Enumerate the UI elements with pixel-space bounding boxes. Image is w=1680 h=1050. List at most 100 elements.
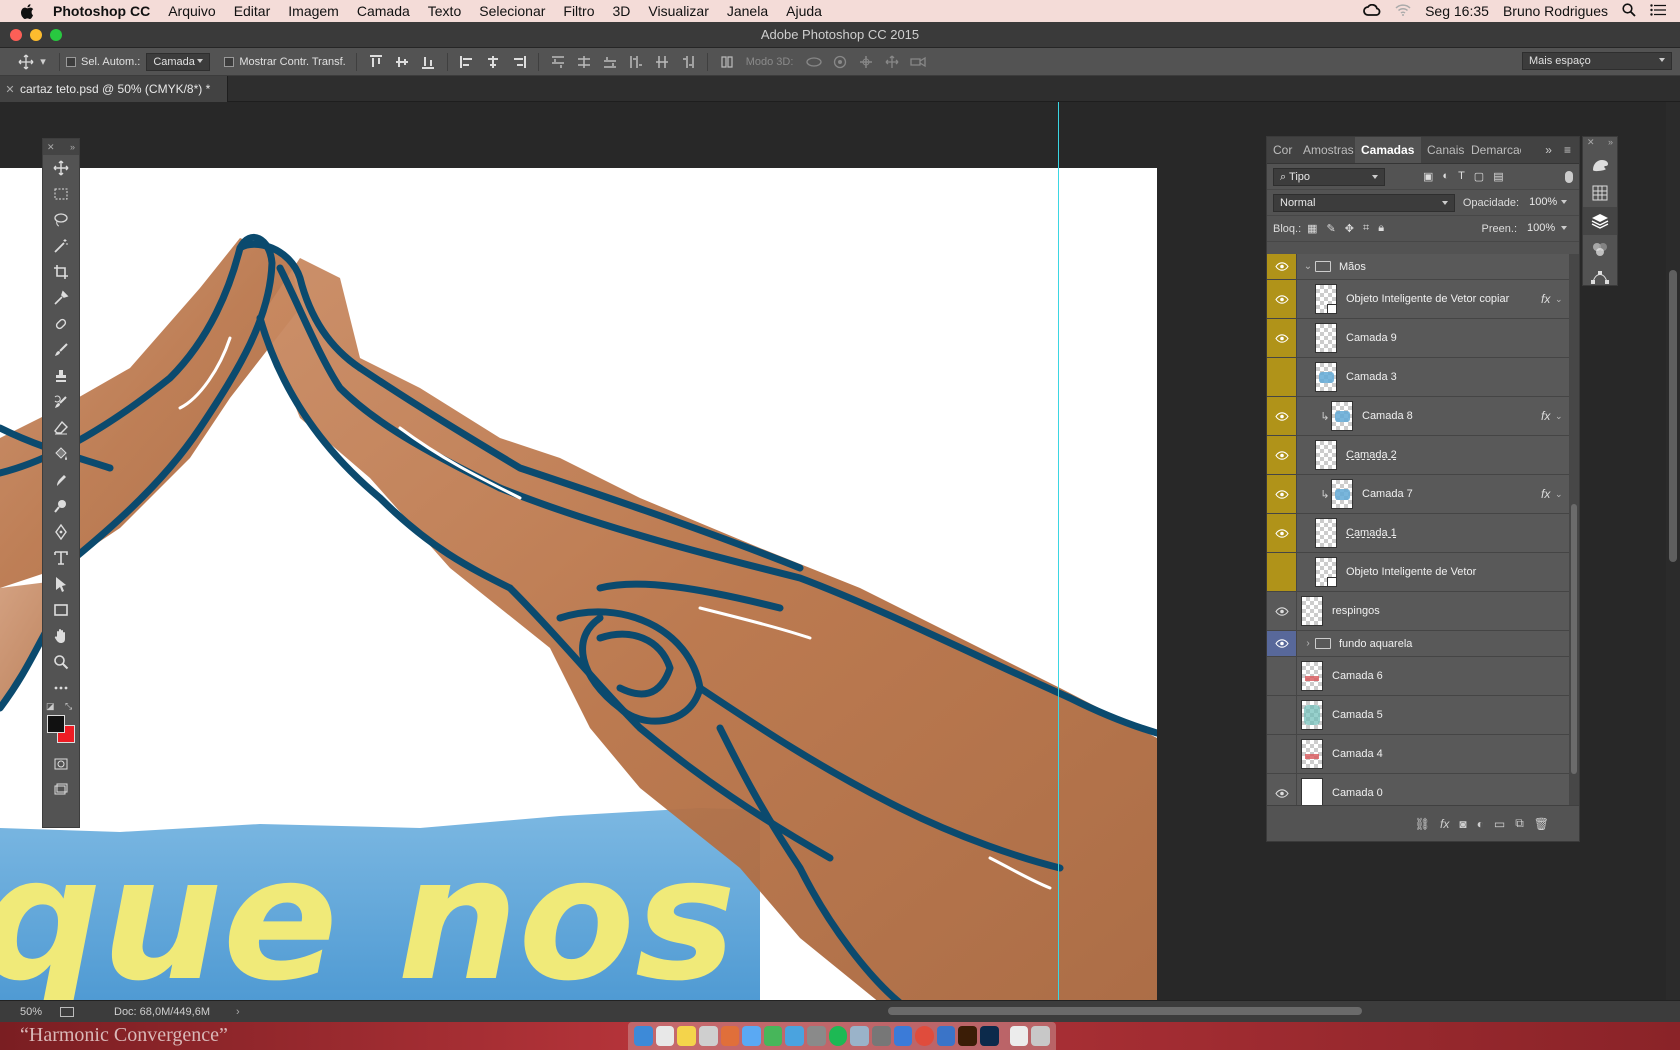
more-tools-icon[interactable] [43, 675, 79, 701]
align-right-icon[interactable] [511, 55, 527, 69]
swatches-panel-icon[interactable] [1583, 179, 1617, 207]
visibility-toggle-empty[interactable] [1267, 553, 1297, 591]
tab-cor[interactable]: Cor [1267, 137, 1297, 163]
layer-effects-icon[interactable]: fx [1541, 409, 1555, 423]
document-tab[interactable]: ✕ cartaz teto.psd @ 50% (CMYK/8*) * [0, 76, 228, 102]
default-colors-icon[interactable]: ◪ [46, 701, 55, 712]
lock-all-icon[interactable]: 🔒︎ [1378, 222, 1384, 235]
canvas-vertical-scroll-thumb[interactable] [1669, 270, 1677, 562]
trash-dock-icon[interactable] [1031, 1026, 1050, 1046]
archive-dock-icon[interactable] [807, 1026, 826, 1046]
menubar-clock[interactable]: Seg 16:35 [1425, 3, 1489, 19]
new-layer-icon[interactable]: ⧉ [1515, 816, 1524, 831]
guide-line[interactable] [1058, 102, 1059, 1000]
visibility-toggle-empty[interactable] [1267, 696, 1297, 734]
layer-name[interactable]: Camada 8 [1362, 410, 1541, 422]
align-top-icon[interactable] [368, 54, 384, 69]
layer-thumbnail[interactable] [1315, 323, 1337, 353]
menu-arquivo[interactable]: Arquivo [159, 0, 224, 22]
layer-thumbnail[interactable] [1315, 518, 1337, 548]
link-layers-icon[interactable]: ⛓ [1415, 817, 1430, 831]
pen-icon[interactable] [43, 519, 79, 545]
effects-expand-chevron-icon[interactable]: ⌄ [1555, 294, 1569, 305]
magic-wand-icon[interactable] [43, 233, 79, 259]
layer-group-maos[interactable]: ⌄ Mãos [1267, 254, 1569, 280]
menu-selecionar[interactable]: Selecionar [470, 0, 554, 22]
auto-align-layers-icon[interactable] [719, 55, 735, 69]
layer-thumbnail[interactable] [1331, 479, 1353, 509]
menu-filtro[interactable]: Filtro [554, 0, 603, 22]
zoom-tool-icon[interactable] [43, 649, 79, 675]
tab-demarcacoes[interactable]: Demarcações [1465, 137, 1521, 163]
layer-row[interactable]: ↳ Camada 8 fx ⌄ [1267, 397, 1569, 436]
layer-row[interactable]: Camada 9 [1267, 319, 1569, 358]
distribute-left-icon[interactable] [628, 55, 644, 69]
chevron-down-icon[interactable]: ▾ [39, 55, 47, 69]
filter-kind-dropdown[interactable]: ⌕ Tipo [1273, 167, 1385, 186]
messages-dock-icon[interactable] [742, 1026, 761, 1046]
layer-row[interactable]: Camada 5 [1267, 696, 1569, 735]
layer-thumbnail[interactable] [1301, 739, 1323, 769]
filter-pixel-icon[interactable]: ▣ [1423, 170, 1433, 183]
3d-orbit-icon[interactable] [806, 55, 823, 69]
smart-object-thumbnail[interactable] [1315, 557, 1337, 587]
align-left-icon[interactable] [459, 55, 475, 69]
visibility-toggle-empty[interactable] [1267, 657, 1297, 695]
app-store-dock-icon[interactable] [893, 1026, 913, 1046]
layer-name[interactable]: Mãos [1339, 261, 1569, 273]
finder-dock-icon[interactable] [634, 1026, 653, 1046]
layer-name[interactable]: fundo aquarela [1339, 638, 1569, 650]
lock-pixels-icon[interactable]: ✎ [1327, 222, 1336, 235]
dodge-icon[interactable] [43, 493, 79, 519]
menu-app-name[interactable]: Photoshop CC [44, 0, 159, 22]
calendar-dock-icon[interactable] [655, 1026, 675, 1046]
visibility-eye-icon[interactable] [1267, 319, 1297, 357]
healing-brush-icon[interactable] [43, 311, 79, 337]
smudge-icon[interactable] [43, 467, 79, 493]
fill-input[interactable]: 100% [1521, 219, 1573, 238]
layer-name[interactable]: Camada 4 [1332, 748, 1569, 760]
quick-mask-icon[interactable] [43, 751, 79, 777]
spotify-dock-icon[interactable] [828, 1026, 848, 1046]
move-tool-icon[interactable] [43, 155, 79, 181]
layer-name[interactable]: respingos [1332, 605, 1569, 617]
layers-panel-icon[interactable] [1583, 207, 1617, 235]
menubar-user[interactable]: Bruno Rodrigues [1503, 3, 1608, 19]
move-tool-preset-icon[interactable] [18, 54, 34, 69]
distribute-horizontal-center-icon[interactable] [654, 55, 670, 69]
strip-header[interactable]: ✕» [1583, 137, 1617, 151]
group-expanded-chevron-icon[interactable]: ⌄ [1301, 261, 1315, 272]
tab-canais[interactable]: Canais [1421, 137, 1465, 163]
layer-name[interactable]: Camada 3 [1346, 371, 1569, 383]
menu-visualizar[interactable]: Visualizar [639, 0, 717, 22]
visibility-eye-icon[interactable] [1267, 397, 1297, 435]
layer-thumbnail[interactable] [1301, 661, 1323, 691]
layer-name[interactable]: Objeto Inteligente de Vetor copiar [1346, 293, 1541, 305]
mail-dock-icon[interactable] [785, 1026, 804, 1046]
layers-scroll-thumb[interactable] [1571, 504, 1577, 774]
layer-name[interactable]: Camada 1 [1346, 527, 1569, 539]
canvas-vertical-scrollbar[interactable] [1666, 102, 1680, 1000]
layer-row[interactable]: Camada 3 [1267, 358, 1569, 397]
foreground-color-swatch[interactable] [47, 715, 65, 733]
close-panel-icon[interactable]: ✕ [47, 142, 55, 153]
zoom-level[interactable]: 50% [20, 1006, 60, 1018]
layer-row[interactable]: Camada 0 [1267, 774, 1569, 806]
menu-imagem[interactable]: Imagem [279, 0, 348, 22]
visibility-toggle-empty[interactable] [1267, 735, 1297, 773]
visibility-eye-icon[interactable] [1267, 254, 1297, 279]
layer-thumbnail[interactable] [1331, 401, 1353, 431]
3d-roll-icon[interactable] [832, 55, 848, 69]
layer-row[interactable]: Objeto Inteligente de Vetor [1267, 553, 1569, 592]
layer-name[interactable]: Camada 2 [1346, 449, 1569, 461]
layer-thumbnail[interactable] [1315, 362, 1337, 392]
align-vertical-center-icon[interactable] [394, 55, 410, 69]
align-horizontal-center-icon[interactable] [485, 55, 501, 69]
new-adjustment-layer-icon[interactable]: ◐ [1477, 817, 1484, 831]
color-panel-icon[interactable] [1583, 151, 1617, 179]
menu-3d[interactable]: 3D [604, 0, 640, 22]
export-icon[interactable] [60, 1006, 74, 1017]
auto-select-checkbox[interactable] [66, 56, 76, 67]
layer-name[interactable]: Objeto Inteligente de Vetor [1346, 566, 1569, 578]
layer-row[interactable]: respingos [1267, 592, 1569, 631]
